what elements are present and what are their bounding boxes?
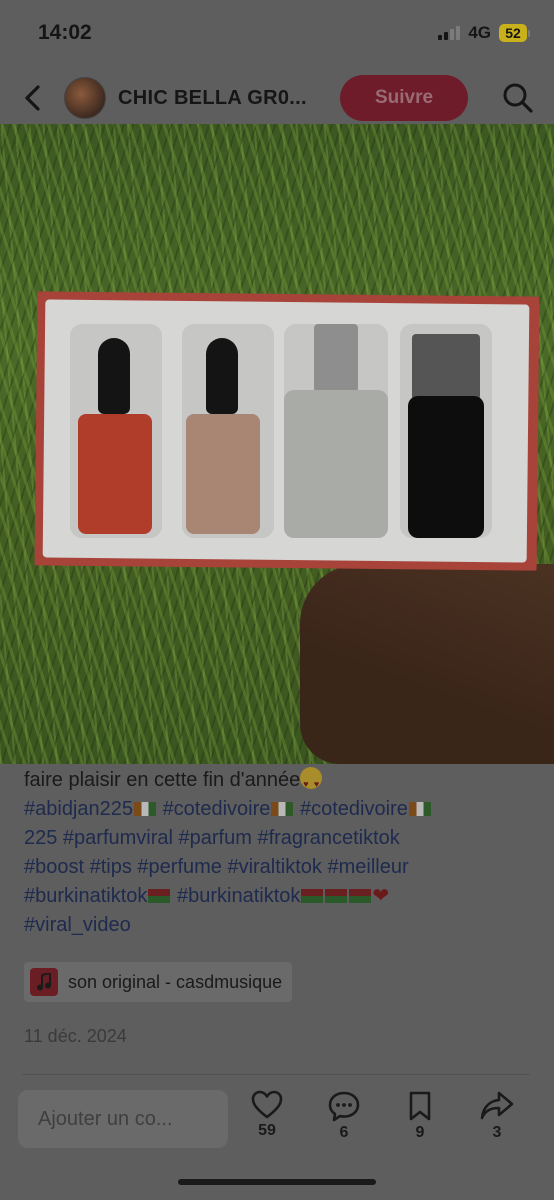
- caption-line: #viral_video: [24, 911, 534, 940]
- heart-icon: [251, 1090, 283, 1119]
- post-date: 11 déc. 2024: [24, 1026, 127, 1046]
- hashtag-link[interactable]: #burkinatiktok: [177, 885, 300, 907]
- caption-line: 225 #parfumviral #parfum #fragrancetikto…: [24, 824, 534, 853]
- search-button[interactable]: [498, 78, 538, 118]
- post-image[interactable]: [0, 124, 554, 764]
- music-note-icon: [30, 968, 58, 996]
- status-bar: 14:02 4G 52: [0, 0, 554, 66]
- caption-line: #boost #tips #perfume #viraltiktok #meil…: [24, 853, 534, 882]
- hand-image: [300, 564, 554, 764]
- search-icon: [503, 83, 533, 113]
- comment-button[interactable]: 6: [314, 1090, 374, 1142]
- bookmark-icon: [409, 1091, 431, 1121]
- share-icon: [480, 1091, 514, 1120]
- battery-icon: 52: [499, 24, 530, 42]
- sound-chip[interactable]: son original - casdmusique: [24, 962, 293, 1002]
- save-count: 9: [415, 1124, 425, 1141]
- back-arrow-icon: [25, 85, 40, 111]
- back-button[interactable]: [22, 78, 50, 118]
- share-button[interactable]: 3: [467, 1090, 527, 1142]
- share-count: 3: [492, 1124, 502, 1141]
- flag-bf-icon: [301, 889, 324, 903]
- signal-icon: [438, 26, 461, 40]
- like-button[interactable]: 59: [237, 1090, 297, 1140]
- caption-line: faire plaisir en cette fin d'année: [24, 766, 534, 799]
- heart-eyes-emoji-icon: [300, 767, 323, 799]
- comment-count: 6: [339, 1124, 349, 1141]
- flag-ci-icon: [134, 802, 156, 816]
- home-indicator: [178, 1179, 376, 1185]
- red-heart-icon: ❤: [372, 885, 390, 907]
- status-indicators: 4G 52: [438, 23, 530, 43]
- perfume-bottle-red: [78, 338, 152, 534]
- like-count: 59: [258, 1122, 276, 1139]
- perfume-bottle-black: [408, 334, 484, 538]
- avatar[interactable]: [64, 77, 106, 119]
- hashtag-link[interactable]: #viral_video: [24, 914, 131, 936]
- hashtag-link[interactable]: #cotedivoire: [163, 798, 271, 820]
- hashtag-link[interactable]: #abidjan225: [24, 798, 133, 820]
- save-button[interactable]: 9: [390, 1090, 450, 1142]
- post-caption: faire plaisir en cette fin d'année #abidj…: [24, 766, 534, 940]
- sound-name: son original - casdmusique: [68, 971, 283, 992]
- hashtag-link[interactable]: #cotedivoire: [300, 798, 408, 820]
- caption-line: #abidjan225 #cotedivoire #cotedivoire: [24, 795, 534, 824]
- perfume-bottle-white: [284, 324, 388, 538]
- post-header: CHIC BELLA GR0... Suivre: [0, 70, 554, 126]
- divider: [22, 1074, 530, 1075]
- caption-line: #burkinatiktok #burkinatiktok ❤: [24, 882, 534, 911]
- comment-input[interactable]: Ajouter un co...: [18, 1090, 228, 1148]
- flag-ci-icon: [408, 802, 431, 816]
- flag-bf-icon: [148, 889, 171, 903]
- account-name[interactable]: CHIC BELLA GR0...: [118, 87, 318, 110]
- hashtag-link[interactable]: #burkinatiktok: [24, 885, 147, 907]
- perfume-bottle-pink: [186, 338, 260, 534]
- flag-bf-icon: [325, 889, 348, 903]
- status-time: 14:02: [38, 21, 92, 44]
- hashtag-link[interactable]: 225 #parfumviral #parfum #fragrancetikto…: [24, 827, 400, 849]
- network-type: 4G: [468, 23, 491, 42]
- hashtag-link[interactable]: #boost #tips #perfume #viraltiktok #meil…: [24, 856, 409, 878]
- comment-icon: [328, 1091, 360, 1122]
- flag-ci-icon: [271, 802, 294, 816]
- flag-bf-icon: [349, 889, 372, 903]
- follow-button[interactable]: Suivre: [340, 75, 468, 121]
- bottom-action-bar: Ajouter un co... 59 6 9 3: [0, 1086, 554, 1156]
- battery-level: 52: [499, 24, 527, 42]
- caption-text: faire plaisir en cette fin d'année: [24, 769, 301, 791]
